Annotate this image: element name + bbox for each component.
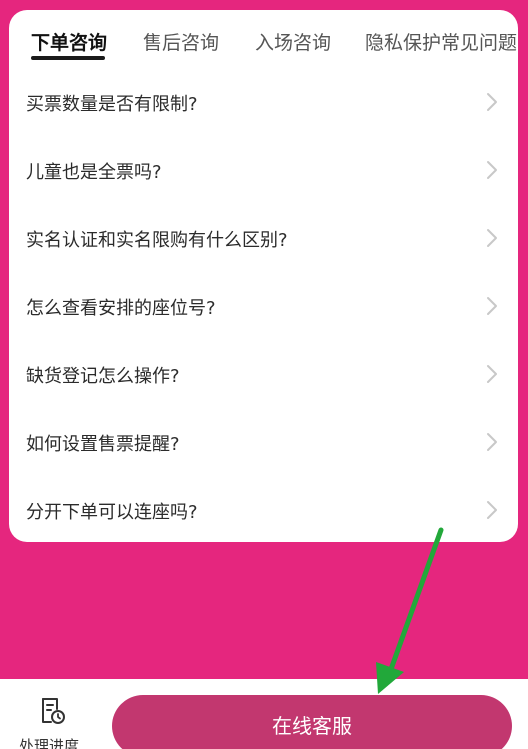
active-tab-indicator [31, 56, 105, 60]
faq-item-seat-number[interactable]: 怎么查看安排的座位号? [9, 272, 518, 340]
faq-item-child-ticket[interactable]: 儿童也是全票吗? [9, 136, 518, 204]
tab-after-sales[interactable]: 售后咨询 [143, 28, 219, 55]
chevron-right-icon [487, 297, 497, 315]
faq-question: 买票数量是否有限制? [26, 94, 198, 115]
online-service-button[interactable]: 在线客服 [112, 695, 512, 749]
faq-item-out-of-stock[interactable]: 缺货登记怎么操作? [9, 340, 518, 408]
tab-privacy-faq[interactable]: 隐私保护常见问题 [365, 28, 517, 55]
faq-question: 儿童也是全票吗? [26, 162, 162, 183]
progress-button[interactable]: 处理进度 [0, 679, 98, 749]
chevron-right-icon [487, 229, 497, 247]
bottom-action-bar: 处理进度 在线客服 [0, 679, 528, 749]
progress-label: 处理进度 [18, 737, 79, 749]
tab-order-consult[interactable]: 下单咨询 [31, 28, 107, 55]
faq-question: 实名认证和实名限购有什么区别? [26, 230, 288, 251]
tab-bar: 下单咨询 售后咨询 入场咨询 隐私保护常见问题 [9, 10, 518, 70]
faq-item-real-name[interactable]: 实名认证和实名限购有什么区别? [9, 204, 518, 272]
chevron-right-icon [487, 365, 497, 383]
chevron-right-icon [487, 93, 497, 111]
faq-list: 买票数量是否有限制? 儿童也是全票吗? 实名认证和实名限购有什么区别? 怎么查看… [9, 68, 518, 542]
chevron-right-icon [487, 501, 497, 519]
faq-question: 怎么查看安排的座位号? [26, 298, 216, 319]
chevron-right-icon [487, 433, 497, 451]
faq-question: 分开下单可以连座吗? [26, 502, 198, 523]
faq-item-adjacent-seats[interactable]: 分开下单可以连座吗? [9, 476, 518, 542]
faq-question: 如何设置售票提醒? [26, 434, 180, 455]
faq-item-ticket-limit[interactable]: 买票数量是否有限制? [9, 68, 518, 136]
faq-question: 缺货登记怎么操作? [26, 366, 180, 387]
tab-entry-consult[interactable]: 入场咨询 [255, 28, 331, 55]
faq-card: 下单咨询 售后咨询 入场咨询 隐私保护常见问题 买票数量是否有限制? 儿童也是全… [9, 10, 518, 542]
chevron-right-icon [487, 161, 497, 179]
document-clock-icon [42, 698, 65, 724]
faq-item-sale-reminder[interactable]: 如何设置售票提醒? [9, 408, 518, 476]
